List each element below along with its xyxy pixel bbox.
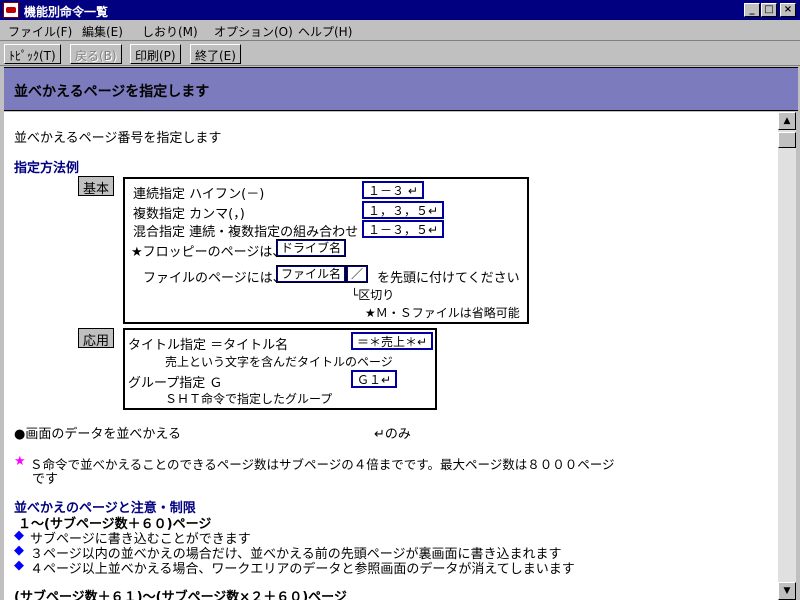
window-title: 機能別命令一覧 bbox=[24, 5, 109, 19]
screen-data-text: ●画面のデータを並べかえる bbox=[14, 427, 181, 442]
screen-only-text: ↵のみ bbox=[374, 427, 411, 442]
scroll-up-button[interactable]: ▲ bbox=[778, 112, 796, 130]
s-note-tail: です bbox=[32, 472, 59, 487]
key-example: １－３，５↵ bbox=[362, 220, 445, 238]
menu-edit[interactable]: 編集(E) bbox=[82, 23, 123, 40]
prefix-text: を先頭に付けてください bbox=[377, 271, 520, 286]
vertical-scrollbar[interactable]: ▲ ▼ bbox=[778, 112, 796, 600]
back-button[interactable]: 戻る(B) bbox=[70, 44, 122, 64]
toolbar: ﾄﾋﾟｯｸ(T) 戻る(B) 印刷(P) 終了(E) bbox=[0, 40, 800, 66]
menu-options[interactable]: オプション(O) bbox=[214, 23, 293, 40]
group-key: Ｇ１↵ bbox=[351, 370, 398, 388]
cut-line: (サブページ数＋６１)～(サブページ数×２＋６０)ページ bbox=[14, 590, 347, 600]
applied-tag: 応用 bbox=[78, 328, 115, 349]
basic-box: 連続指定 ハイフン(－) １－３ ↵ 複数指定 カンマ(，) １，３，５↵ 混合… bbox=[123, 177, 529, 324]
basic-row-label: 混合指定 連続・複数指定の組み合わせ bbox=[133, 225, 359, 240]
print-button[interactable]: 印刷(P) bbox=[130, 44, 181, 64]
scroll-down-button[interactable]: ▼ bbox=[778, 582, 796, 600]
basic-tag: 基本 bbox=[78, 176, 115, 197]
title-bar: 機能別命令一覧 _ □ × bbox=[0, 0, 800, 20]
basic-row-label: 複数指定 カンマ(，) bbox=[133, 207, 245, 222]
maximize-button[interactable]: □ bbox=[761, 3, 777, 17]
s-note: Ｓ命令で並べかえることのできるページ数はサブページの４倍までです。最大ページ数は… bbox=[30, 457, 615, 472]
key-example: １，３，５↵ bbox=[362, 201, 445, 219]
topic-header: 並べかえるページを指定します bbox=[4, 67, 798, 111]
close-button[interactable]: × bbox=[780, 3, 796, 17]
exit-button[interactable]: 終了(E) bbox=[190, 44, 241, 64]
star-icon: ★ bbox=[14, 454, 26, 469]
section-title: 指定方法例 bbox=[14, 161, 80, 176]
topic-title: 並べかえるページを指定します bbox=[14, 84, 210, 100]
app-icon[interactable] bbox=[3, 2, 19, 18]
file-name-key: ファイル名 bbox=[276, 265, 347, 283]
menu-file[interactable]: ファイル(F) bbox=[8, 23, 72, 40]
title-key: ＝＊売上＊↵ bbox=[351, 332, 434, 350]
basic-row-label: 連続指定 ハイフン(－) bbox=[133, 187, 265, 202]
help-window: 機能別命令一覧 _ □ × ファイル(F) 編集(E) しおり(M) オプション… bbox=[0, 0, 800, 600]
bullet-icon: ◆ bbox=[14, 528, 24, 543]
title-desc: 売上という文字を含んだタイトルのページ bbox=[165, 355, 393, 369]
menu-bar: ファイル(F) 編集(E) しおり(M) オプション(O) ヘルプ(H) bbox=[0, 20, 800, 40]
help-content: 並べかえるページ番号を指定します 指定方法例 基本 連続指定 ハイフン(－) １… bbox=[4, 112, 778, 600]
separator-note: └区切り bbox=[351, 288, 395, 302]
floppy-text: ★フロッピーのページは、 bbox=[131, 245, 286, 260]
caution-item: ４ページ以上並べかえる場合、ワークエリアのデータと参照画面のデータが消えてしまい… bbox=[30, 562, 575, 577]
applied-box: タイトル指定 ＝タイトル名 ＝＊売上＊↵ 売上という文字を含んだタイトルのページ… bbox=[123, 328, 437, 410]
group-desc: ＳＨＴ命令で指定したグループ bbox=[165, 392, 333, 406]
drive-name-key: ドライブ名 bbox=[276, 239, 347, 257]
file-text: ファイルのページには、 bbox=[143, 271, 286, 286]
scroll-thumb[interactable] bbox=[778, 132, 796, 148]
bullet-icon: ◆ bbox=[14, 543, 24, 558]
topic-button[interactable]: ﾄﾋﾟｯｸ(T) bbox=[4, 44, 61, 64]
title-spec: タイトル指定 ＝タイトル名 bbox=[128, 338, 289, 353]
bullet-icon: ◆ bbox=[14, 558, 24, 573]
minimize-button[interactable]: _ bbox=[744, 3, 760, 17]
key-example: １－３ ↵ bbox=[362, 181, 424, 199]
group-spec: グループ指定 Ｇ bbox=[128, 376, 223, 391]
ms-note: ★Ｍ・Ｓファイルは省略可能 bbox=[365, 306, 520, 320]
intro-text: 並べかえるページ番号を指定します bbox=[14, 131, 222, 146]
menu-bookmark[interactable]: しおり(M) bbox=[142, 23, 198, 40]
slash-key: ／ bbox=[346, 265, 369, 283]
menu-help[interactable]: ヘルプ(H) bbox=[298, 23, 352, 40]
